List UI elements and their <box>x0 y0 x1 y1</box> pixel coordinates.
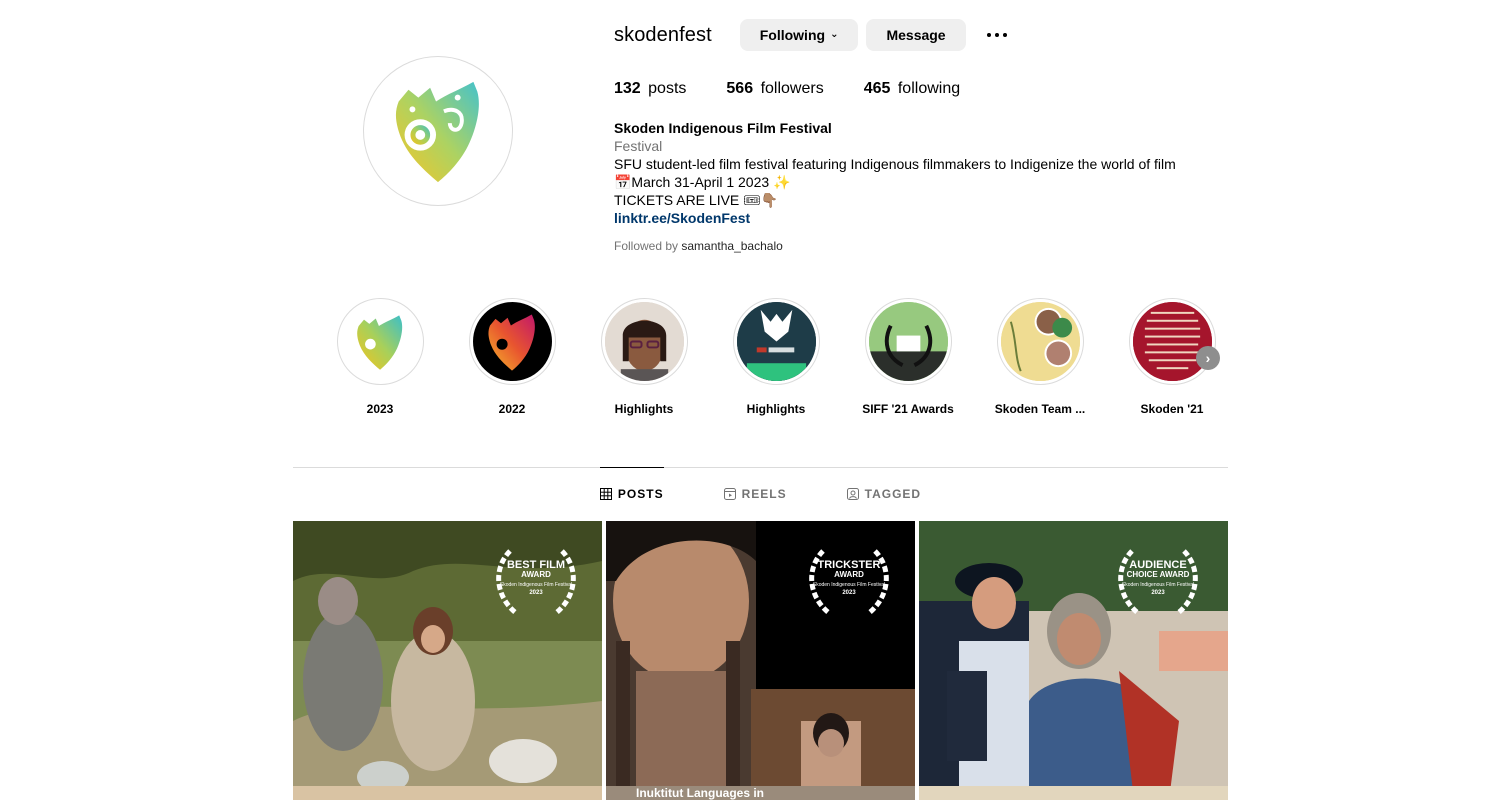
more-options-icon[interactable] <box>980 19 1014 51</box>
tab-label: POSTS <box>617 487 664 501</box>
tab-posts[interactable]: POSTS <box>599 467 664 521</box>
skoden-logo-dark-icon <box>472 302 552 381</box>
followed-by-prefix: Followed by <box>614 239 679 253</box>
chevron-down-icon: ⌄ <box>830 28 839 40</box>
posts-stat: 132 posts <box>614 80 686 98</box>
award-subtitle: CHOICE AWARD <box>1126 570 1190 579</box>
tab-tagged[interactable]: TAGGED <box>846 467 922 521</box>
highlight-siff-21-awards[interactable]: SIFF '21 Awards <box>858 298 958 416</box>
username: skodenfest <box>614 23 712 46</box>
program-poster-image <box>1132 302 1212 381</box>
award-festival: Skoden Indigenous Film Festival <box>499 582 573 588</box>
followers-stat[interactable]: 566 followers <box>726 80 823 98</box>
followers-label: followers <box>760 80 824 97</box>
following-count: 465 <box>863 80 891 97</box>
bio-link[interactable]: linktr.ee/SkodenFest <box>614 210 750 226</box>
award-subtitle: AWARD <box>834 570 864 579</box>
highlight-skoden-team[interactable]: Skoden Team ... <box>990 298 1090 416</box>
bio-line-dates: 📅March 31-April 1 2023 ✨ <box>614 174 791 190</box>
award-year: 2023 <box>1151 590 1165 596</box>
award-title: BEST FILM <box>506 559 566 571</box>
highlight-label: Skoden Team ... <box>994 402 1086 416</box>
poster-image <box>736 302 816 381</box>
highlight-label: 2022 <box>498 402 526 416</box>
following-button-label: Following <box>759 27 826 43</box>
category-label: Festival <box>614 138 663 154</box>
highlight-highlights-1[interactable]: Highlights <box>594 298 694 416</box>
post-tile[interactable]: AUDIENCE CHOICE AWARD Skoden Indigenous … <box>919 521 1228 800</box>
posts-count: 132 <box>614 80 641 97</box>
followed-by-user: samantha_bachalo <box>681 239 783 253</box>
award-festival: Skoden Indigenous Film Festival <box>1121 582 1195 588</box>
posts-grid: BEST FILM AWARD Skoden Indigenous Film F… <box>293 521 1228 800</box>
highlight-2022[interactable]: 2022 <box>462 298 562 416</box>
team-photo-image <box>1000 302 1080 381</box>
award-subtitle: AWARD <box>521 570 551 579</box>
award-laurel-image <box>868 302 948 381</box>
highlight-label: Highlights <box>746 402 806 416</box>
full-name: Skoden Indigenous Film Festival <box>614 120 832 136</box>
profile-bio: Skoden Indigenous Film Festival Festival… <box>614 119 1176 255</box>
profile-header-row: skodenfest Following ⌄ Message <box>614 18 1014 52</box>
story-highlights: 2023 2022 Highlights Highlights SIFF '21… <box>330 298 1220 418</box>
skoden-logo-icon <box>395 81 479 183</box>
award-festival: Skoden Indigenous Film Festival <box>812 582 886 588</box>
award-badge: BEST FILM AWARD Skoden Indigenous Film F… <box>482 537 590 625</box>
tab-label: TAGGED <box>864 487 922 501</box>
bio-line-description: SFU student-led film festival featuring … <box>614 156 1176 172</box>
highlight-2023[interactable]: 2023 <box>330 298 430 416</box>
profile-stats: 132 posts 566 followers 465 following <box>614 80 1000 98</box>
skoden-logo-icon <box>340 302 420 381</box>
post-tile[interactable]: TRICKSTER AWARD Skoden Indigenous Film F… <box>606 521 915 800</box>
award-title: TRICKSTER <box>817 559 881 571</box>
message-button-label: Message <box>886 27 946 43</box>
award-title: AUDIENCE <box>1129 559 1187 571</box>
followers-count: 566 <box>726 80 754 97</box>
highlight-highlights-2[interactable]: Highlights <box>726 298 826 416</box>
profile-avatar[interactable] <box>363 56 513 206</box>
award-year: 2023 <box>842 590 856 596</box>
posts-label: posts <box>648 80 687 97</box>
award-badge: TRICKSTER AWARD Skoden Indigenous Film F… <box>795 537 903 625</box>
grid-icon <box>599 488 612 500</box>
tagged-icon <box>846 488 859 500</box>
profile-tabs: POSTS REELS TAGGED <box>293 467 1228 521</box>
following-label: following <box>897 80 961 97</box>
portrait-image <box>604 302 684 381</box>
bio-line-tickets: TICKETS ARE LIVE 🎟👇🏽 <box>614 192 779 208</box>
message-button[interactable]: Message <box>866 19 966 51</box>
highlight-label: Highlights <box>614 402 674 416</box>
highlight-label: SIFF '21 Awards <box>862 402 954 416</box>
highlight-label: Skoden '21 <box>1140 402 1204 416</box>
chevron-right-icon[interactable]: › <box>1196 346 1220 370</box>
tab-label: REELS <box>741 487 787 501</box>
award-year: 2023 <box>529 590 543 596</box>
tab-reels[interactable]: REELS <box>723 467 787 521</box>
award-badge: AUDIENCE CHOICE AWARD Skoden Indigenous … <box>1104 537 1212 625</box>
followed-by[interactable]: Followed by samantha_bachalo <box>614 237 1176 255</box>
post-tile[interactable]: BEST FILM AWARD Skoden Indigenous Film F… <box>293 521 602 800</box>
reels-icon <box>723 488 736 500</box>
highlight-label: 2023 <box>366 402 394 416</box>
post-caption: Inuktitut Languages in <box>636 786 764 800</box>
following-button[interactable]: Following ⌄ <box>739 19 859 51</box>
following-stat[interactable]: 465 following <box>864 80 960 98</box>
